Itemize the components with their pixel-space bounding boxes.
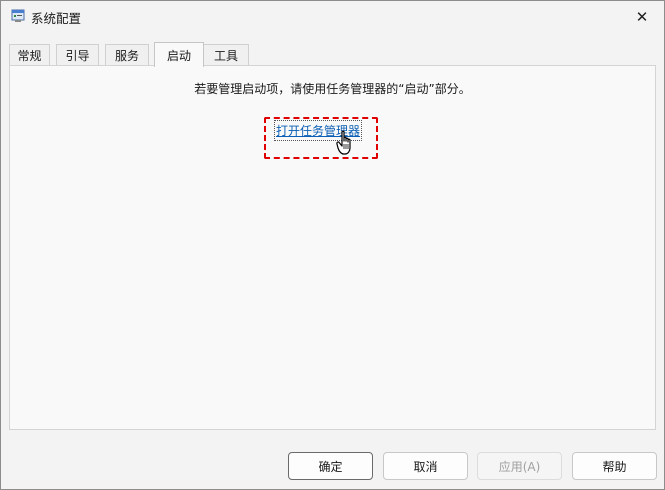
startup-tab-panel: 若要管理启动项，请使用任务管理器的“启动”部分。 打开任务管理器 xyxy=(9,65,656,430)
tab-boot[interactable]: 引导 xyxy=(56,44,99,66)
tab-general[interactable]: 常规 xyxy=(9,44,50,66)
tab-tools[interactable]: 工具 xyxy=(203,44,249,66)
msconfig-icon xyxy=(11,9,25,23)
window-title: 系统配置 xyxy=(31,11,82,26)
system-configuration-window: 系统配置 ✕ 常规 引导 服务 启动 工具 若要管理启动项，请使用任务管理器的“… xyxy=(0,0,665,490)
cancel-button[interactable]: 取消 xyxy=(383,452,468,480)
tab-services[interactable]: 服务 xyxy=(105,44,149,66)
close-icon: ✕ xyxy=(635,8,649,26)
tab-startup[interactable]: 启动 xyxy=(154,42,204,67)
help-button[interactable]: 帮助 xyxy=(572,452,657,480)
close-button[interactable]: ✕ xyxy=(620,1,664,33)
hand-pointer-icon xyxy=(336,130,356,158)
apply-button[interactable]: 应用(A) xyxy=(477,452,562,480)
ok-button[interactable]: 确定 xyxy=(288,452,373,480)
startup-message: 若要管理启动项，请使用任务管理器的“启动”部分。 xyxy=(194,82,471,96)
title-bar: 系统配置 ✕ xyxy=(1,1,664,33)
